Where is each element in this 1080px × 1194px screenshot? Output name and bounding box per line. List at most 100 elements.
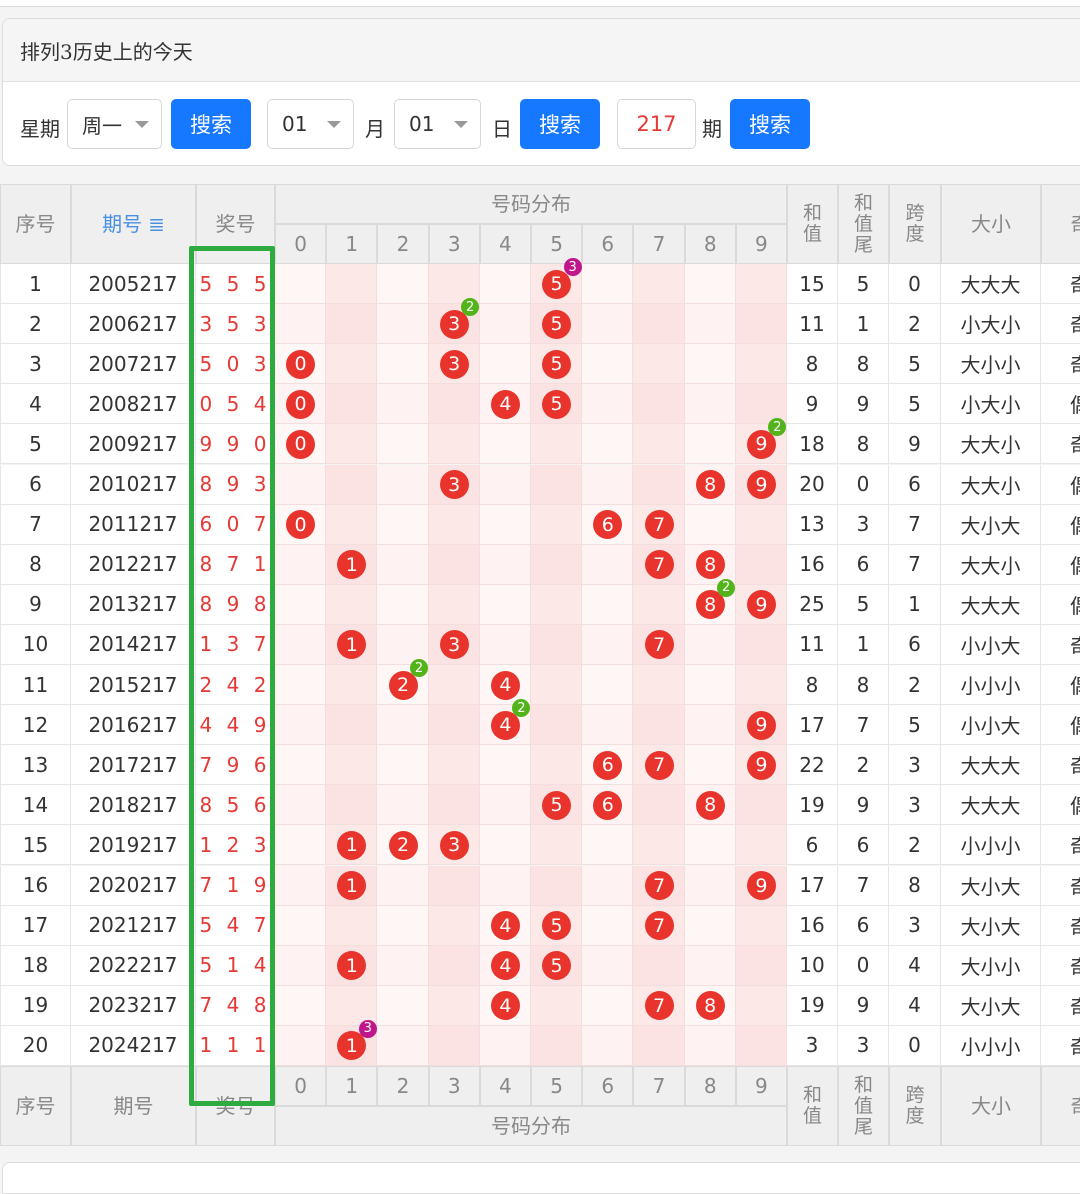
dist-cell xyxy=(582,264,633,304)
number-ball: 7 xyxy=(645,510,674,539)
cell-seq: 6 xyxy=(0,465,71,505)
dist-cell xyxy=(633,304,684,344)
cell-issue: 2022217 xyxy=(71,946,196,986)
cell-seq: 1 xyxy=(0,264,71,304)
cell-sum-tail: 3 xyxy=(838,505,889,545)
header-odd-label: 奇 xyxy=(1071,1095,1080,1118)
cell-sum: 11 xyxy=(787,625,838,665)
day-select[interactable]: 01 xyxy=(394,99,481,149)
cell-issue: 2015217 xyxy=(71,665,196,705)
header-issue[interactable]: 期号 xyxy=(71,1066,196,1146)
dist-cell xyxy=(582,906,633,946)
dist-cell xyxy=(633,705,684,745)
dist-cell xyxy=(582,424,633,464)
cell-sum-tail: 6 xyxy=(838,825,889,865)
cell-prize: 5 4 7 xyxy=(196,906,275,946)
dist-cell xyxy=(429,424,480,464)
panel-title: 排列3历史上的今天 xyxy=(3,19,1080,82)
week-search-button[interactable]: 搜索 xyxy=(171,99,251,149)
header-digit-0: 0 xyxy=(275,224,326,264)
number-ball: 4 xyxy=(491,390,520,419)
dist-cell xyxy=(582,825,633,865)
month-select[interactable]: 01 xyxy=(267,99,354,149)
dist-cell xyxy=(582,665,633,705)
cell-issue: 2024217 xyxy=(71,1026,196,1066)
weekday-value: 周一 xyxy=(82,110,122,139)
cell-odd: 偶 xyxy=(1041,505,1080,545)
dist-cell xyxy=(582,705,633,745)
header-sum-label: 和值 xyxy=(800,1085,825,1127)
history-table: 序号期号≣奖号和值和值尾跨度大小奇号码分布0123456789120052175… xyxy=(0,184,1080,1146)
cell-sum-tail: 9 xyxy=(838,384,889,424)
dist-cell xyxy=(275,665,326,705)
cell-span: 5 xyxy=(889,384,941,424)
cell-prize: 5 5 5 xyxy=(196,264,275,304)
repeat-badge: 2 xyxy=(410,659,428,677)
dist-cell xyxy=(531,705,582,745)
dist-cell xyxy=(275,785,326,825)
cell-sum: 25 xyxy=(787,585,838,625)
cell-span: 6 xyxy=(889,625,941,665)
issue-input[interactable]: 217 xyxy=(617,99,696,149)
cell-sum-tail: 7 xyxy=(838,705,889,745)
date-search-button[interactable]: 搜索 xyxy=(520,99,600,149)
header-seq-label: 序号 xyxy=(16,1095,56,1118)
top-edge xyxy=(0,0,1080,7)
sort-icon[interactable]: ≣ xyxy=(148,213,165,236)
cell-odd: 奇 xyxy=(1041,825,1080,865)
dist-cell xyxy=(275,1026,326,1066)
dist-cell xyxy=(736,505,787,545)
dist-cell xyxy=(429,665,480,705)
dist-cell xyxy=(377,785,428,825)
cell-size: 大小大 xyxy=(941,505,1041,545)
dist-cell xyxy=(326,665,377,705)
header-digit-2: 2 xyxy=(377,1066,428,1106)
dist-cell xyxy=(531,986,582,1026)
dist-cell xyxy=(582,384,633,424)
dist-cell xyxy=(275,986,326,1026)
weekday-select[interactable]: 周一 xyxy=(67,99,162,149)
dist-cell xyxy=(326,785,377,825)
dist-cell xyxy=(377,585,428,625)
cell-issue: 2021217 xyxy=(71,906,196,946)
dist-cell xyxy=(275,946,326,986)
number-ball: 7 xyxy=(645,991,674,1020)
number-ball: 3 xyxy=(440,630,469,659)
number-ball: 8 xyxy=(696,791,725,820)
cell-seq: 3 xyxy=(0,344,71,384)
dist-cell xyxy=(531,545,582,585)
cell-sum: 15 xyxy=(787,264,838,304)
dist-cell xyxy=(326,906,377,946)
dist-cell xyxy=(326,384,377,424)
cell-sum: 17 xyxy=(787,705,838,745)
header-sum-tail: 和值尾 xyxy=(838,184,889,264)
cell-odd: 奇 xyxy=(1041,625,1080,665)
cell-size: 大小大 xyxy=(941,986,1041,1026)
dist-cell xyxy=(582,585,633,625)
cell-prize: 1 3 7 xyxy=(196,625,275,665)
cell-size: 大小小 xyxy=(941,946,1041,986)
dist-cell xyxy=(633,424,684,464)
cell-prize: 6 0 7 xyxy=(196,505,275,545)
issue-search-button[interactable]: 搜索 xyxy=(730,99,810,149)
dist-cell xyxy=(582,344,633,384)
cell-size: 小小小 xyxy=(941,1026,1041,1066)
header-digit-8: 8 xyxy=(685,1066,736,1106)
header-issue[interactable]: 期号 ≣ xyxy=(71,184,196,264)
cell-sum: 19 xyxy=(787,986,838,1026)
dist-cell xyxy=(326,465,377,505)
cell-size: 大小大 xyxy=(941,906,1041,946)
cell-issue: 2012217 xyxy=(71,545,196,585)
dist-cell xyxy=(480,745,531,785)
next-panel xyxy=(2,1162,1080,1194)
header-prize: 奖号 xyxy=(196,184,275,264)
number-ball: 9 xyxy=(747,711,776,740)
cell-span: 4 xyxy=(889,946,941,986)
cell-size: 大大大 xyxy=(941,785,1041,825)
cell-span: 5 xyxy=(889,344,941,384)
dist-cell xyxy=(685,384,736,424)
number-ball: 5 xyxy=(542,390,571,419)
header-issue-label: 期号 xyxy=(102,213,142,236)
dist-cell xyxy=(633,825,684,865)
dist-cell xyxy=(736,986,787,1026)
